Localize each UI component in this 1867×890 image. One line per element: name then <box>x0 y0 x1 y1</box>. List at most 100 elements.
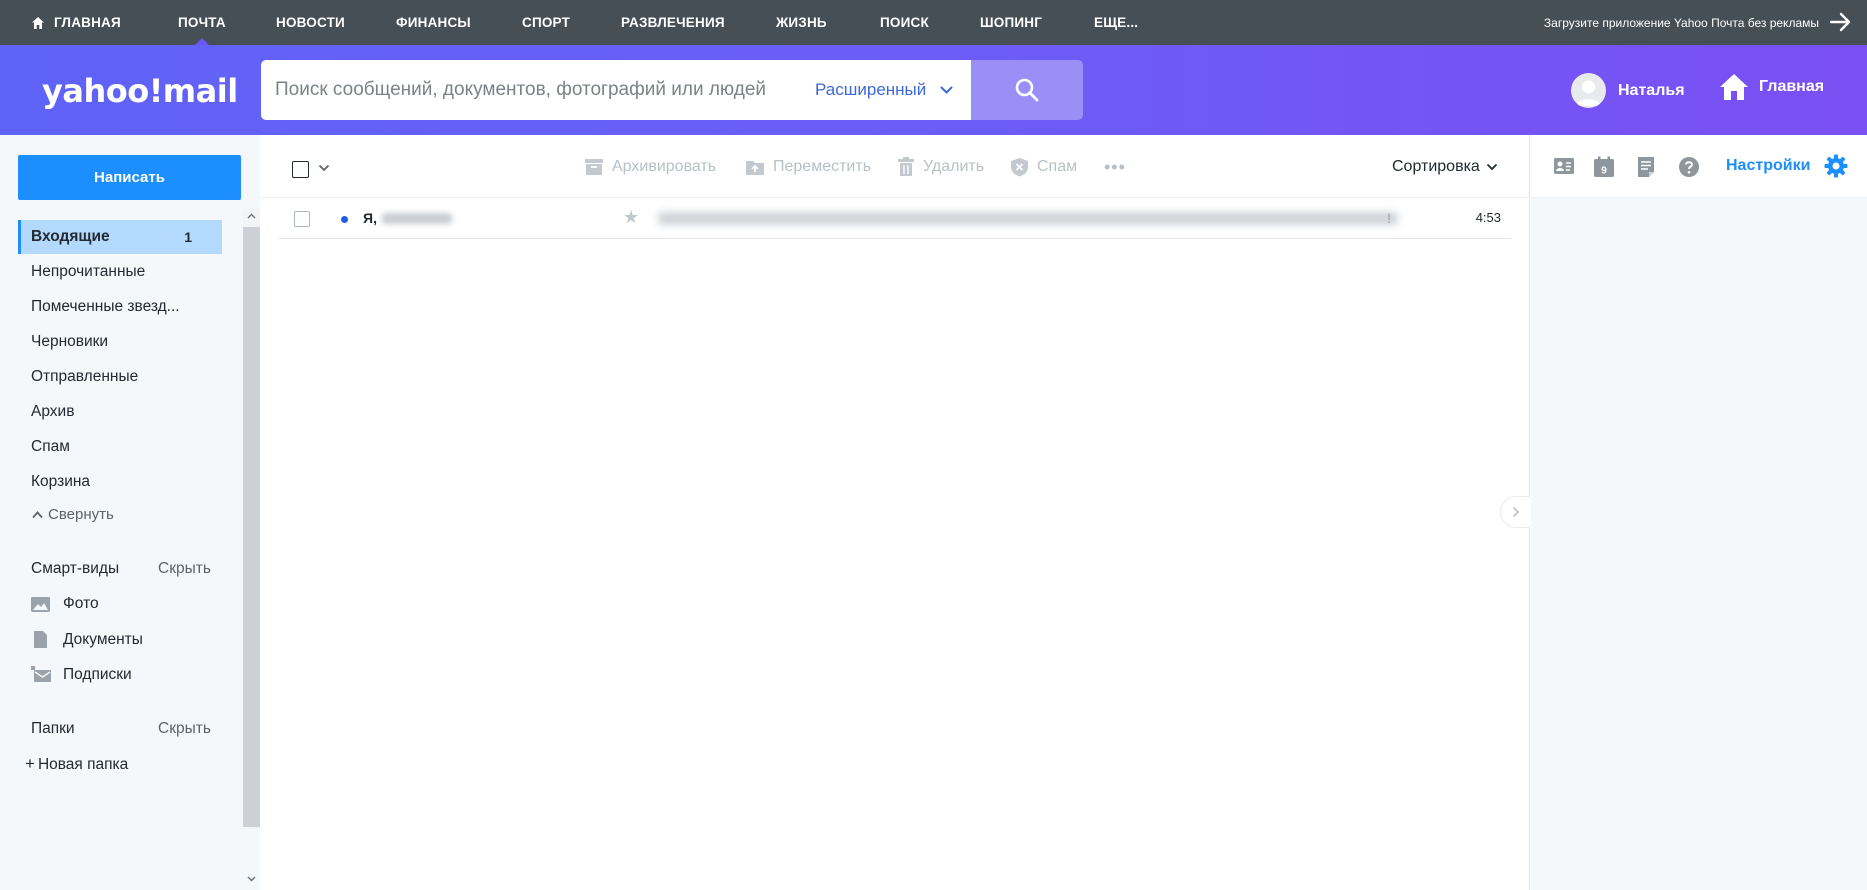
scroll-up-arrow-icon[interactable] <box>245 211 258 225</box>
unread-indicator-icon[interactable] <box>341 216 348 223</box>
nav-item-more[interactable]: ЕЩЕ... <box>1094 0 1138 45</box>
new-folder-link[interactable]: + Новая папка <box>25 754 128 774</box>
sort-label: Сортировка <box>1392 157 1480 175</box>
folder-label: Непрочитанные <box>31 263 146 280</box>
nav-item-label: ПОЧТА <box>178 15 226 30</box>
spam-label: Спам <box>1037 157 1078 175</box>
expand-right-pane-button[interactable] <box>1500 496 1530 528</box>
plus-icon: + <box>25 754 35 773</box>
calendar-icon[interactable]: 9 <box>1593 156 1615 178</box>
nav-item-label: СПОРТ <box>522 15 571 30</box>
star-icon[interactable]: ★ <box>623 207 639 228</box>
nav-item-shopping[interactable]: ШОПИНГ <box>980 0 1042 45</box>
shield-icon <box>1011 157 1028 176</box>
select-all-checkbox[interactable] <box>292 161 309 178</box>
right-rail: 9 Настройки <box>1531 135 1867 890</box>
archive-icon <box>585 158 603 175</box>
advanced-search-dropdown[interactable]: Расширенный <box>815 60 953 120</box>
home-icon <box>32 16 44 29</box>
move-label: Переместить <box>773 157 872 175</box>
yahoo-mail-logo[interactable]: yahoo!mail <box>42 72 238 110</box>
delete-label: Удалить <box>923 157 985 175</box>
trash-icon <box>898 156 914 176</box>
archive-label: Архивировать <box>612 157 717 175</box>
nav-item-search[interactable]: ПОИСК <box>880 0 929 45</box>
folder-inbox[interactable]: Входящие 1 <box>18 220 222 254</box>
smart-view-documents[interactable]: Документы <box>30 630 143 649</box>
chevron-down-icon[interactable] <box>318 164 330 172</box>
right-rail-toolbar: 9 Настройки <box>1531 135 1867 198</box>
sidebar: Написать Входящие 1 Непрочитанные Помече… <box>0 135 260 890</box>
folder-label: Отправленные <box>31 368 139 385</box>
help-icon[interactable] <box>1678 156 1700 178</box>
nav-item-news[interactable]: НОВОСТИ <box>276 0 345 45</box>
spam-button[interactable]: Спам <box>1010 135 1077 198</box>
move-button[interactable]: Переместить <box>745 135 871 198</box>
subscriptions-icon <box>31 666 51 682</box>
folder-unread[interactable]: Непрочитанные <box>18 255 222 289</box>
sort-dropdown[interactable]: Сортировка <box>1392 135 1498 198</box>
nav-item-home[interactable]: ГЛАВНАЯ <box>31 0 121 45</box>
settings-label[interactable]: Настройки <box>1726 157 1810 175</box>
user-silhouette-icon <box>1576 80 1601 106</box>
message-list-pane: Архивировать Переместить Удалить Спам ••… <box>260 135 1530 890</box>
app-promo-text: Загрузите приложение Yahoo Почта без рек… <box>1543 15 1819 30</box>
folder-label: Спам <box>31 438 70 455</box>
nav-item-label: ЖИЗНЬ <box>776 15 827 30</box>
search-input[interactable] <box>261 60 796 120</box>
nav-item-sport[interactable]: СПОРТ <box>522 0 570 45</box>
smart-views-heading: Смарт-виды <box>31 560 120 577</box>
hide-folders-link[interactable]: Скрыть <box>158 720 211 738</box>
search-icon <box>1015 78 1039 102</box>
nav-item-label: ПОИСК <box>880 15 929 30</box>
user-profile-button[interactable]: Наталья <box>1571 73 1685 108</box>
document-icon <box>34 631 47 648</box>
mail-header: yahoo!mail Расширенный Наталья Главная <box>0 45 1867 135</box>
collapse-label: Свернуть <box>48 506 114 523</box>
smart-view-subscriptions[interactable]: Подписки <box>30 665 132 684</box>
folder-archive[interactable]: Архив <box>18 395 222 429</box>
gear-icon[interactable] <box>1824 154 1848 178</box>
folder-trash[interactable]: Корзина <box>18 465 222 499</box>
hide-smart-views-link[interactable]: Скрыть <box>158 560 211 578</box>
blurred-subject-preview <box>658 212 1398 225</box>
nav-item-label: РАЗВЛЕЧЕНИЯ <box>621 15 725 30</box>
folder-sent[interactable]: Отправленные <box>18 360 222 394</box>
nav-item-entertainment[interactable]: РАЗВЛЕЧЕНИЯ <box>621 0 725 45</box>
avatar <box>1571 73 1606 108</box>
calendar-day: 9 <box>1601 166 1607 177</box>
nav-item-life[interactable]: ЖИЗНЬ <box>776 0 827 45</box>
chevron-down-icon <box>940 86 953 94</box>
smart-view-photos[interactable]: Фото <box>30 595 99 613</box>
nav-item-finance[interactable]: ФИНАНСЫ <box>396 0 471 45</box>
sidebar-scrollbar-thumb[interactable] <box>243 227 260 827</box>
nav-item-label: ЕЩЕ... <box>1094 15 1139 30</box>
unread-count-badge: 1 <box>184 229 192 245</box>
photo-icon <box>31 596 50 612</box>
folder-label: Архив <box>31 403 75 420</box>
app-promo-link[interactable]: Загрузите приложение Yahoo Почта без рек… <box>1544 0 1819 45</box>
notepad-icon[interactable] <box>1637 156 1655 178</box>
delete-button[interactable]: Удалить <box>897 135 984 198</box>
house-icon <box>1720 74 1748 100</box>
chevron-right-icon <box>1512 506 1519 518</box>
arrow-right-icon[interactable] <box>1829 11 1853 33</box>
smart-view-label: Фото <box>63 595 99 612</box>
search-button[interactable] <box>971 60 1083 120</box>
nav-item-mail[interactable]: ПОЧТА <box>178 0 226 45</box>
compose-button[interactable]: Написать <box>18 155 241 200</box>
message-checkbox[interactable] <box>294 211 310 227</box>
collapse-folders-link[interactable]: Свернуть <box>32 506 114 523</box>
archive-button[interactable]: Архивировать <box>584 135 716 198</box>
more-actions-button[interactable]: ••• <box>1104 157 1126 178</box>
scroll-down-arrow-icon[interactable] <box>245 874 258 888</box>
folder-label: Входящие <box>31 228 110 245</box>
message-row[interactable]: Я, ★ ! 4:53 <box>279 199 1511 239</box>
folder-spam[interactable]: Спам <box>18 430 222 464</box>
contacts-icon[interactable] <box>1553 156 1575 176</box>
folder-starred[interactable]: Помеченные звезд... <box>18 290 222 324</box>
home-link[interactable]: Главная <box>1719 72 1824 102</box>
advanced-search-label: Расширенный <box>815 80 927 99</box>
folder-drafts[interactable]: Черновики <box>18 325 222 359</box>
top-navigation-bar: ГЛАВНАЯ ПОЧТА НОВОСТИ ФИНАНСЫ СПОРТ РАЗВ… <box>0 0 1867 45</box>
